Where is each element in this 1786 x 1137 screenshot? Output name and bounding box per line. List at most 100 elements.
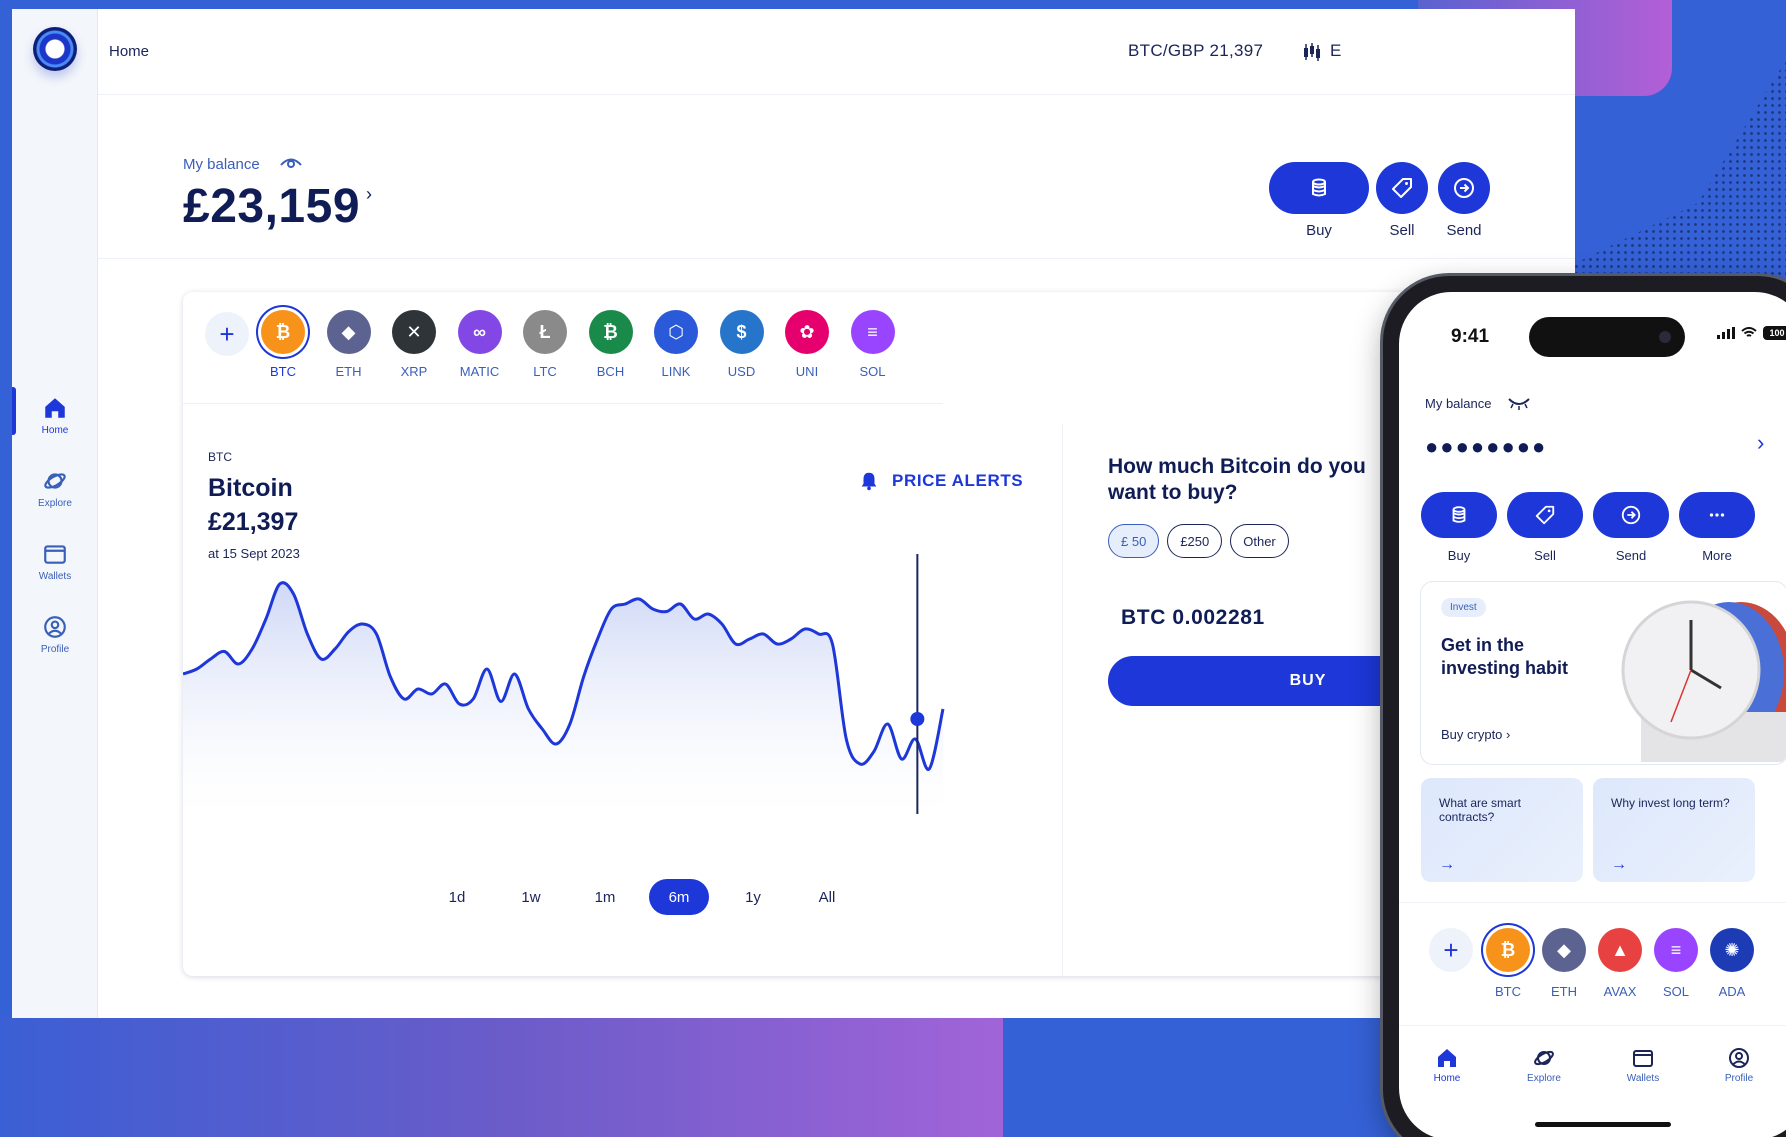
timeframe-6m[interactable]: 6m (649, 879, 709, 915)
smart-contracts-card[interactable]: What are smart contracts? → (1421, 778, 1583, 882)
buy-button[interactable]: Buy (1269, 162, 1369, 239)
coin-matic[interactable]: ∞ MATIC (455, 310, 505, 379)
phone-send-button[interactable]: Send (1593, 492, 1669, 563)
price-alerts-button[interactable]: PRICE ALERTS (858, 470, 1023, 492)
explore-icon (44, 473, 66, 489)
eth-icon: ◆ (1542, 928, 1586, 972)
sell-button[interactable]: Sell (1376, 162, 1428, 239)
timeframe-all[interactable]: All (797, 879, 857, 915)
phone-more-button[interactable]: More (1679, 492, 1755, 563)
profile-icon (1729, 1048, 1749, 1068)
price-alerts-label: PRICE ALERTS (892, 471, 1024, 490)
tab-explore[interactable]: Explore (1514, 1046, 1574, 1084)
phone-coin-avax[interactable]: ▲ AVAX (1597, 928, 1643, 999)
send-label: Send (1446, 222, 1482, 239)
timeframe-1w[interactable]: 1w (501, 879, 561, 915)
tab-home[interactable]: Home (1417, 1046, 1477, 1084)
invest-badge: Invest (1441, 598, 1486, 617)
coin-eth[interactable]: ◆ ETH (324, 310, 374, 379)
mini-card-title: What are smart contracts? (1439, 796, 1522, 825)
amount-chip[interactable]: Other (1230, 524, 1289, 558)
sidebar-item-wallets[interactable]: Wallets (12, 525, 98, 598)
coin-ticker-label: XRP (400, 364, 428, 379)
asset-panel: + ₿ BTC ◆ ETH ✕ XRP ∞ MATIC Ł LTC ₿ BCH ⬡ LINK $ USD ✿ UN… (183, 292, 1575, 976)
desktop-app-window: Home Explore Wallets Profile Home BTC/GB… (12, 9, 1575, 1018)
phone-sell-button[interactable]: Sell (1507, 492, 1583, 563)
tab-profile[interactable]: Profile (1709, 1046, 1769, 1084)
coin-bch[interactable]: ₿ BCH (586, 310, 636, 379)
chart-area-fill (183, 582, 943, 814)
coin-link[interactable]: ⬡ LINK (651, 310, 701, 379)
chart-cursor-point[interactable] (910, 712, 925, 726)
buy-crypto-link-label: Buy crypto (1441, 727, 1503, 742)
coin-uni[interactable]: ✿ UNI (782, 310, 832, 379)
timeframe-1d[interactable]: 1d (427, 879, 487, 915)
coin-usd[interactable]: $ USD (717, 310, 767, 379)
matic-icon: ∞ (457, 310, 502, 354)
invest-promo-card[interactable]: Invest Get in the investing habit Buy cr… (1421, 582, 1786, 764)
arrow-right-circle-icon (1621, 505, 1641, 525)
coin-ticker-label: SOL (859, 364, 886, 379)
invest-long-term-card[interactable]: Why invest long term? → (1593, 778, 1755, 882)
eth-icon: ◆ (326, 310, 371, 354)
sell-label: Sell (1389, 222, 1415, 239)
coin-ticker-label: AVAX (1603, 984, 1637, 999)
amount-chip[interactable]: £250 (1167, 524, 1223, 558)
chevron-right-icon[interactable]: › (1757, 430, 1764, 456)
phone-add-coin-button[interactable]: + (1429, 928, 1473, 972)
chevron-right-icon[interactable]: › (366, 184, 372, 205)
phone-more-pill[interactable] (1679, 492, 1755, 538)
phone-coin-sol[interactable]: ≡ SOL (1653, 928, 1699, 999)
phone-coin-btc[interactable]: ₿ BTC (1485, 928, 1531, 999)
bch-icon: ₿ (588, 310, 633, 354)
phone-buy-button[interactable]: Buy (1421, 492, 1497, 563)
sidebar-item-home[interactable]: Home (12, 379, 98, 452)
tab-wallets[interactable]: Wallets (1613, 1046, 1673, 1084)
send-button[interactable]: Send (1438, 162, 1490, 239)
sidebar-item-label: Home (41, 425, 69, 436)
phone-coin-eth[interactable]: ◆ ETH (1541, 928, 1587, 999)
balance-value[interactable]: £23,159 (183, 179, 360, 234)
app-logo[interactable] (33, 27, 77, 71)
coin-xrp[interactable]: ✕ XRP (389, 310, 439, 379)
eye-closed-icon[interactable] (1507, 396, 1531, 410)
asset-name: Bitcoin (208, 474, 293, 502)
wifi-icon (1741, 327, 1757, 337)
phone-sell-pill[interactable] (1507, 492, 1583, 538)
home-icon (1438, 1049, 1456, 1067)
buy-button-pill[interactable] (1269, 162, 1369, 214)
phone-buy-pill[interactable] (1421, 492, 1497, 538)
sell-button-circle[interactable] (1376, 162, 1428, 214)
sidebar-item-explore[interactable]: Explore (12, 452, 98, 525)
home-indicator (1535, 1122, 1671, 1127)
avax-icon: ▲ (1598, 928, 1642, 972)
add-coin-button[interactable]: + (205, 312, 249, 356)
tab-label: Wallets (1626, 1073, 1660, 1084)
phone-send-pill[interactable] (1593, 492, 1669, 538)
asset-price: £21,397 (208, 508, 299, 536)
divider (1399, 902, 1786, 903)
phone-balance-masked[interactable]: ●●●●●●●● (1425, 434, 1547, 460)
coin-btc[interactable]: ₿ BTC (258, 310, 308, 379)
amount-chips: £ 50 £250 Other (1108, 524, 1289, 558)
eye-icon[interactable] (280, 155, 302, 171)
candlestick-icon[interactable] (1302, 43, 1322, 61)
btc-amount: BTC 0.002281 (1121, 606, 1265, 629)
phone-coin-ada[interactable]: ✺ ADA (1709, 928, 1755, 999)
amount-chip[interactable]: £ 50 (1108, 524, 1160, 558)
price-line-chart[interactable] (183, 554, 1063, 844)
ticker-truncated-text: E (1330, 41, 1342, 60)
coin-ltc[interactable]: Ł LTC (520, 310, 570, 379)
signal-icon (1717, 327, 1735, 339)
timeframe-1y[interactable]: 1y (723, 879, 783, 915)
sidebar-item-profile[interactable]: Profile (12, 598, 98, 671)
ada-icon: ✺ (1710, 928, 1754, 972)
coin-sol[interactable]: ≡ SOL (848, 310, 898, 379)
more-dots-icon (1709, 513, 1725, 517)
send-button-circle[interactable] (1438, 162, 1490, 214)
timeframe-1m[interactable]: 1m (575, 879, 635, 915)
breadcrumb[interactable]: Home (109, 43, 149, 60)
tag-icon (1535, 505, 1555, 525)
buy-label: Buy (1306, 222, 1332, 239)
buy-crypto-link[interactable]: Buy crypto › (1441, 727, 1510, 742)
